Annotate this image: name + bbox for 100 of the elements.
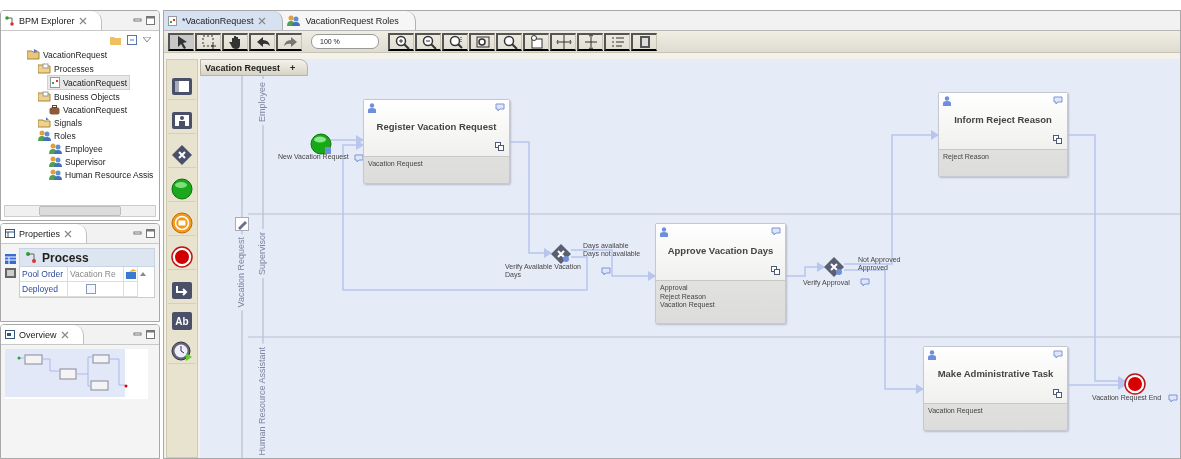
palette-tool[interactable] xyxy=(168,210,196,236)
collapse-icon[interactable] xyxy=(127,34,137,45)
lane-icon xyxy=(171,109,193,132)
align-horizontal-icon xyxy=(555,33,572,50)
toolbar-button[interactable] xyxy=(168,32,194,51)
tree-item[interactable]: Human Resource Assis xyxy=(47,168,156,181)
add-tab[interactable]: + xyxy=(290,62,296,73)
toolbar-button[interactable] xyxy=(631,32,657,51)
toolbar-button[interactable] xyxy=(604,32,630,51)
timer-icon xyxy=(171,339,193,362)
message-event-icon xyxy=(171,211,193,234)
column-header: Vacation Re xyxy=(68,267,124,282)
toolbar-button[interactable] xyxy=(469,32,495,51)
task-title: Make Administrative Task xyxy=(937,367,1054,379)
comment-icon xyxy=(354,154,364,163)
table-icon[interactable] xyxy=(4,254,16,264)
table-icon xyxy=(5,229,15,238)
view-tab[interactable]: Overview xyxy=(1,325,84,344)
text-annotation-tool[interactable]: Ab xyxy=(172,312,192,330)
comment-icon xyxy=(1053,350,1063,359)
pool-tab[interactable]: Vacation Request + xyxy=(200,59,309,76)
subprocess-icon xyxy=(495,142,504,151)
comment-icon xyxy=(601,267,611,276)
maximize-icon[interactable] xyxy=(146,330,155,339)
toolbar-button[interactable] xyxy=(415,32,441,51)
view-tab[interactable]: BPM Explorer xyxy=(1,11,102,30)
process-icon xyxy=(26,251,38,264)
start-event-circle xyxy=(310,133,332,155)
end-event-circle xyxy=(1124,373,1146,395)
checkbox[interactable] xyxy=(86,284,96,294)
pool-label: Vacation Request xyxy=(236,234,246,311)
editor-tab[interactable]: *VacationRequest xyxy=(164,11,284,30)
person-icon xyxy=(928,350,936,360)
edit-icon[interactable] xyxy=(126,269,137,279)
editor-tab[interactable]: VacationRequest Roles xyxy=(283,11,416,30)
toolbar-button[interactable] xyxy=(442,32,468,51)
zoom-page-icon xyxy=(474,33,491,50)
toolbar-button[interactable] xyxy=(496,32,522,51)
subprocess-icon xyxy=(771,266,780,275)
start-event-icon xyxy=(171,177,193,200)
close-icon[interactable] xyxy=(78,16,87,25)
gateway-diamond xyxy=(550,243,572,265)
process-file-icon xyxy=(168,15,177,26)
toolbar-button[interactable] xyxy=(577,32,603,51)
tree-item[interactable]: Employee xyxy=(47,142,105,155)
row-label: Deployed xyxy=(20,282,68,297)
marquee-icon xyxy=(200,33,217,50)
palette-tool[interactable] xyxy=(168,244,196,270)
task-title: Approve Vacation Days xyxy=(667,244,774,256)
edit-icon[interactable] xyxy=(235,217,249,231)
people-icon xyxy=(49,169,62,180)
lane-label: Employee xyxy=(257,79,267,126)
tree-item[interactable]: VacationRequest xyxy=(47,75,131,90)
lane-label: Human Resource Assistant xyxy=(257,344,267,458)
briefcase-icon xyxy=(49,104,60,115)
signal-folder-icon xyxy=(38,117,51,128)
maximize-icon[interactable] xyxy=(146,16,155,25)
person-icon xyxy=(660,227,668,237)
close-icon[interactable] xyxy=(60,330,69,339)
align-vertical-icon xyxy=(582,33,599,50)
toolbar-button[interactable] xyxy=(249,32,275,51)
toolbar-button[interactable] xyxy=(523,32,549,51)
scrollbar[interactable] xyxy=(4,205,156,217)
maximize-icon[interactable] xyxy=(146,229,155,238)
comment-icon xyxy=(1053,96,1063,105)
people-icon xyxy=(287,15,301,26)
toolbar-button[interactable] xyxy=(195,32,221,51)
people-icon xyxy=(49,156,62,167)
zoom-in-icon xyxy=(393,33,410,50)
toolbar-button[interactable] xyxy=(222,32,248,51)
palette-tool[interactable] xyxy=(168,338,196,364)
palette-tool[interactable] xyxy=(168,176,196,202)
view-tab[interactable]: Properties xyxy=(1,224,88,243)
tree-item[interactable]: VacationRequest xyxy=(25,48,110,61)
column-header: Pool Order xyxy=(20,267,68,282)
scroll-up-icon[interactable] xyxy=(140,272,146,276)
folder-icon xyxy=(38,91,51,102)
magnifier-icon xyxy=(501,33,518,50)
dropdown-icon[interactable] xyxy=(143,36,151,43)
overview-icon xyxy=(5,330,15,339)
process-file-icon xyxy=(50,77,60,88)
palette-tool[interactable] xyxy=(168,142,196,168)
tree-item[interactable]: Roles xyxy=(36,129,78,142)
tree-item[interactable]: VacationRequest xyxy=(47,103,130,116)
subprocess-icon xyxy=(1053,389,1062,398)
close-icon[interactable] xyxy=(64,229,73,238)
tree-item[interactable]: Business Objects xyxy=(36,90,122,103)
lane-label: Supervisor xyxy=(257,229,267,279)
subprocess-icon xyxy=(1053,135,1062,144)
zoom-fit-icon xyxy=(447,33,464,50)
toolbar-button[interactable] xyxy=(550,32,576,51)
tree-item[interactable]: Signals xyxy=(36,116,84,129)
toolbar-button[interactable] xyxy=(276,32,302,51)
grid-icon[interactable] xyxy=(4,268,16,278)
tree-item[interactable]: Supervisor xyxy=(47,155,108,168)
folder-icon xyxy=(38,63,51,74)
person-icon xyxy=(943,96,951,106)
tree-item[interactable]: Processes xyxy=(36,62,96,75)
close-icon[interactable] xyxy=(258,16,267,25)
toolbar-button[interactable] xyxy=(388,32,414,51)
